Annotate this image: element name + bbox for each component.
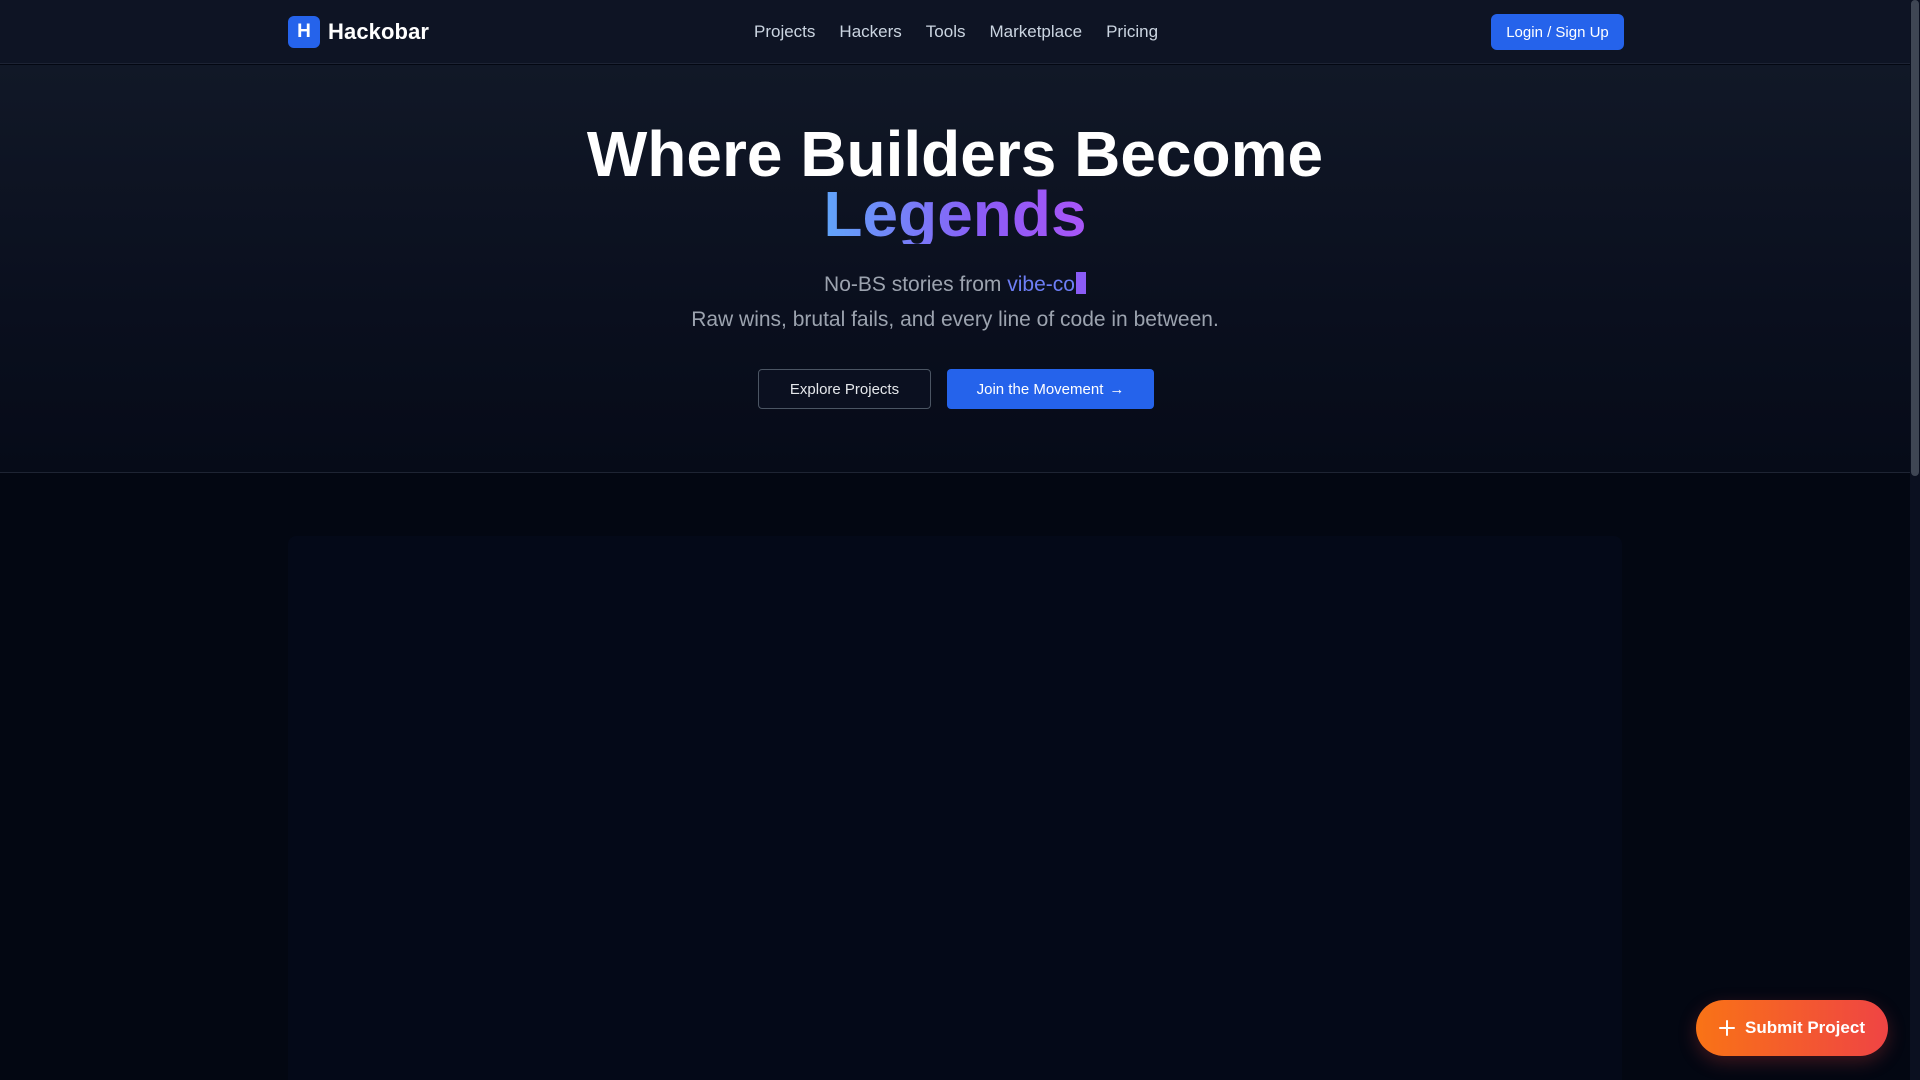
login-signup-button[interactable]: Login / Sign Up (1491, 14, 1624, 50)
hero-section: Where Builders Become Legends No-BS stor… (0, 65, 1910, 473)
hero-title-line1: Where Builders Become (586, 118, 1324, 190)
content-area (0, 474, 1910, 1080)
hero-subtitle: No-BS stories from vibe-co (0, 272, 1910, 297)
arrow-right-icon: → (1109, 380, 1125, 398)
nav-link-hackers[interactable]: Hackers (839, 22, 901, 42)
scrollbar-thumb[interactable] (1911, 0, 1919, 476)
join-movement-button[interactable]: Join the Movement → (947, 369, 1154, 409)
navbar: H Hackobar Projects Hackers Tools Market… (0, 0, 1910, 64)
hero-actions: Explore Projects Join the Movement → (758, 369, 1154, 409)
nav-link-pricing[interactable]: Pricing (1106, 22, 1158, 42)
scrollbar[interactable] (1910, 0, 1920, 1080)
main-nav: Projects Hackers Tools Marketplace Prici… (754, 0, 1158, 64)
nav-link-tools[interactable]: Tools (926, 22, 966, 42)
brand-link[interactable]: H Hackobar (288, 16, 429, 48)
brand-name: Hackobar (328, 19, 430, 44)
submit-project-button[interactable]: Submit Project (1696, 1000, 1888, 1056)
page: H Hackobar Projects Hackers Tools Market… (0, 0, 1920, 1080)
hero-tagline: Raw wins, brutal fails, and every line o… (691, 308, 1219, 331)
submit-project-label: Submit Project (1745, 1018, 1865, 1037)
hero-subtitle-prefix: No-BS stories from (824, 273, 1008, 296)
explore-projects-button[interactable]: Explore Projects (758, 369, 931, 409)
brand-logo-icon: H (288, 16, 320, 48)
typing-cursor-icon (1075, 272, 1086, 294)
content-panel (288, 536, 1622, 1080)
hero-title-accent: Legends (823, 178, 1087, 250)
nav-link-projects[interactable]: Projects (754, 22, 815, 42)
join-movement-label: Join the Movement (976, 380, 1104, 398)
nav-link-marketplace[interactable]: Marketplace (989, 22, 1082, 42)
hero-typed-text: vibe-co (1007, 273, 1075, 296)
plus-icon (1719, 1020, 1736, 1036)
hero-title: Where Builders Become Legends (0, 118, 1910, 250)
